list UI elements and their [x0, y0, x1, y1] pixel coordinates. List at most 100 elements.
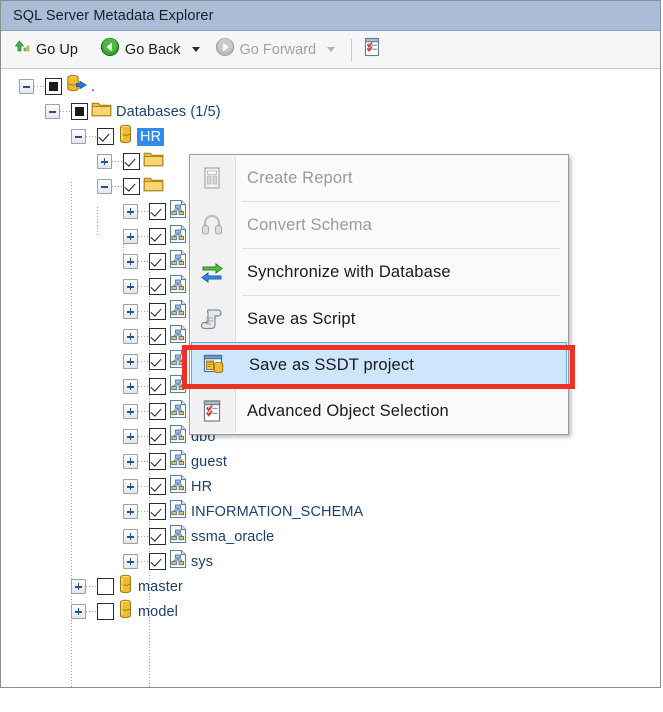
tree-connector — [138, 211, 148, 212]
tree-checkbox[interactable] — [149, 278, 166, 295]
tree-row-label: sys — [191, 553, 214, 570]
menu-item-convert-schema[interactable]: Convert Schema — [190, 202, 568, 248]
tree-expand-icon[interactable] — [123, 529, 138, 544]
tree-expand-icon[interactable] — [123, 329, 138, 344]
tree-expand-icon[interactable] — [123, 279, 138, 294]
tree-connector — [138, 261, 148, 262]
tree-expand-icon[interactable] — [71, 604, 86, 619]
tree-checkbox[interactable] — [123, 178, 140, 195]
tree-row[interactable] — [1, 299, 187, 324]
database-icon — [117, 599, 134, 624]
tree-expand-icon[interactable] — [123, 554, 138, 569]
tree-row[interactable]: guest — [1, 449, 227, 474]
tree-row[interactable] — [1, 249, 187, 274]
tree-checkbox[interactable] — [97, 578, 114, 595]
context-menu[interactable]: Create Report Convert Schema Synchronize… — [189, 154, 569, 435]
tree-expand-icon[interactable] — [123, 379, 138, 394]
tree-row[interactable]: HR — [1, 474, 212, 499]
go-forward-dropdown-caret — [327, 47, 336, 52]
folder-icon — [143, 175, 164, 198]
tree-expand-icon[interactable] — [97, 154, 112, 169]
tree-connector — [86, 611, 96, 612]
tree-checkbox[interactable] — [149, 528, 166, 545]
tree-connector — [138, 411, 148, 412]
tree-row[interactable] — [1, 324, 187, 349]
advanced-object-selection-icon — [361, 36, 383, 63]
tree-row[interactable]: Databases (1/5) — [1, 99, 221, 124]
tree-checkbox[interactable] — [123, 153, 140, 170]
tree-checkbox[interactable] — [97, 603, 114, 620]
go-back-label: Go Back — [124, 41, 181, 58]
tree-checkbox[interactable] — [149, 303, 166, 320]
tree-checkbox[interactable] — [97, 128, 114, 145]
tree-row[interactable] — [1, 174, 164, 199]
tree-connector — [138, 236, 148, 237]
tree-row[interactable] — [1, 274, 187, 299]
menu-item-label: Save as SSDT project — [249, 355, 415, 374]
tree-checkbox[interactable] — [149, 253, 166, 270]
tree-checkbox[interactable] — [149, 428, 166, 445]
tree-row[interactable]: sys — [1, 549, 213, 574]
tree-expand-icon[interactable] — [123, 479, 138, 494]
go-forward-button[interactable]: Go Forward — [209, 34, 323, 65]
tree-collapse-icon[interactable] — [97, 179, 112, 194]
tree-connector — [138, 461, 148, 462]
tree-checkbox[interactable] — [149, 403, 166, 420]
tree-row[interactable]: ssma_oracle — [1, 524, 274, 549]
tree-collapse-icon[interactable] — [45, 104, 60, 119]
save-as-ssdt-project-icon — [192, 352, 236, 378]
tree-row[interactable] — [1, 149, 164, 174]
advanced-object-selection-button[interactable] — [359, 37, 385, 63]
tree-expand-icon[interactable] — [123, 454, 138, 469]
tree-row[interactable] — [1, 199, 187, 224]
tree-checkbox[interactable] — [149, 478, 166, 495]
tree-expand-icon[interactable] — [123, 404, 138, 419]
menu-item-advanced-object-selection[interactable]: Advanced Object Selection — [190, 388, 568, 434]
tree-connector — [112, 186, 122, 187]
tree-expand-icon[interactable] — [71, 579, 86, 594]
tree-checkbox[interactable] — [149, 328, 166, 345]
schema-icon — [169, 424, 187, 449]
tree-row[interactable] — [1, 224, 187, 249]
menu-item-save-as-script[interactable]: Save as Script — [190, 296, 568, 342]
tree-row[interactable] — [1, 349, 187, 374]
tree-row[interactable]: master — [1, 574, 183, 599]
go-up-button[interactable]: Go Up — [7, 35, 84, 64]
tree-checkbox[interactable] — [45, 78, 62, 95]
tree-checkbox[interactable] — [149, 228, 166, 245]
tree-expand-icon[interactable] — [123, 204, 138, 219]
tree-checkbox[interactable] — [71, 103, 88, 120]
go-back-dropdown-caret[interactable] — [191, 47, 200, 52]
menu-item-label: Advanced Object Selection — [247, 401, 449, 420]
menu-item-create-report[interactable]: Create Report — [190, 155, 568, 201]
menu-item-synchronize-with-database[interactable]: Synchronize with Database — [190, 249, 568, 295]
schema-icon — [169, 299, 187, 324]
tree-checkbox[interactable] — [149, 453, 166, 470]
tree-expand-icon[interactable] — [123, 304, 138, 319]
tree-expand-icon[interactable] — [123, 354, 138, 369]
tree-expand-icon[interactable] — [123, 429, 138, 444]
advanced-object-selection-icon — [190, 398, 234, 424]
tree-checkbox[interactable] — [149, 203, 166, 220]
tree-checkbox[interactable] — [149, 503, 166, 520]
tree-checkbox[interactable] — [149, 353, 166, 370]
tree-row[interactable]: dbo — [1, 424, 216, 449]
tree-connector — [138, 436, 148, 437]
tree-expand-icon[interactable] — [123, 504, 138, 519]
go-back-button[interactable]: Go Back — [94, 34, 187, 65]
tree-row[interactable]: . — [1, 74, 95, 99]
tree-collapse-icon[interactable] — [19, 79, 34, 94]
tree-row[interactable]: model — [1, 599, 178, 624]
tree-row[interactable]: HR — [1, 124, 165, 149]
tree-expand-icon[interactable] — [123, 254, 138, 269]
tree-expand-icon[interactable] — [123, 229, 138, 244]
toolbar-separator — [351, 38, 353, 61]
folder-icon — [143, 150, 164, 173]
menu-item-save-as-ssdt-project[interactable]: Save as SSDT project — [191, 342, 567, 388]
tree-connector — [138, 361, 148, 362]
tree-checkbox[interactable] — [149, 378, 166, 395]
tree-checkbox[interactable] — [149, 553, 166, 570]
tree-collapse-icon[interactable] — [71, 129, 86, 144]
tree-connector — [112, 161, 122, 162]
tree-row[interactable]: INFORMATION_SCHEMA — [1, 499, 363, 524]
